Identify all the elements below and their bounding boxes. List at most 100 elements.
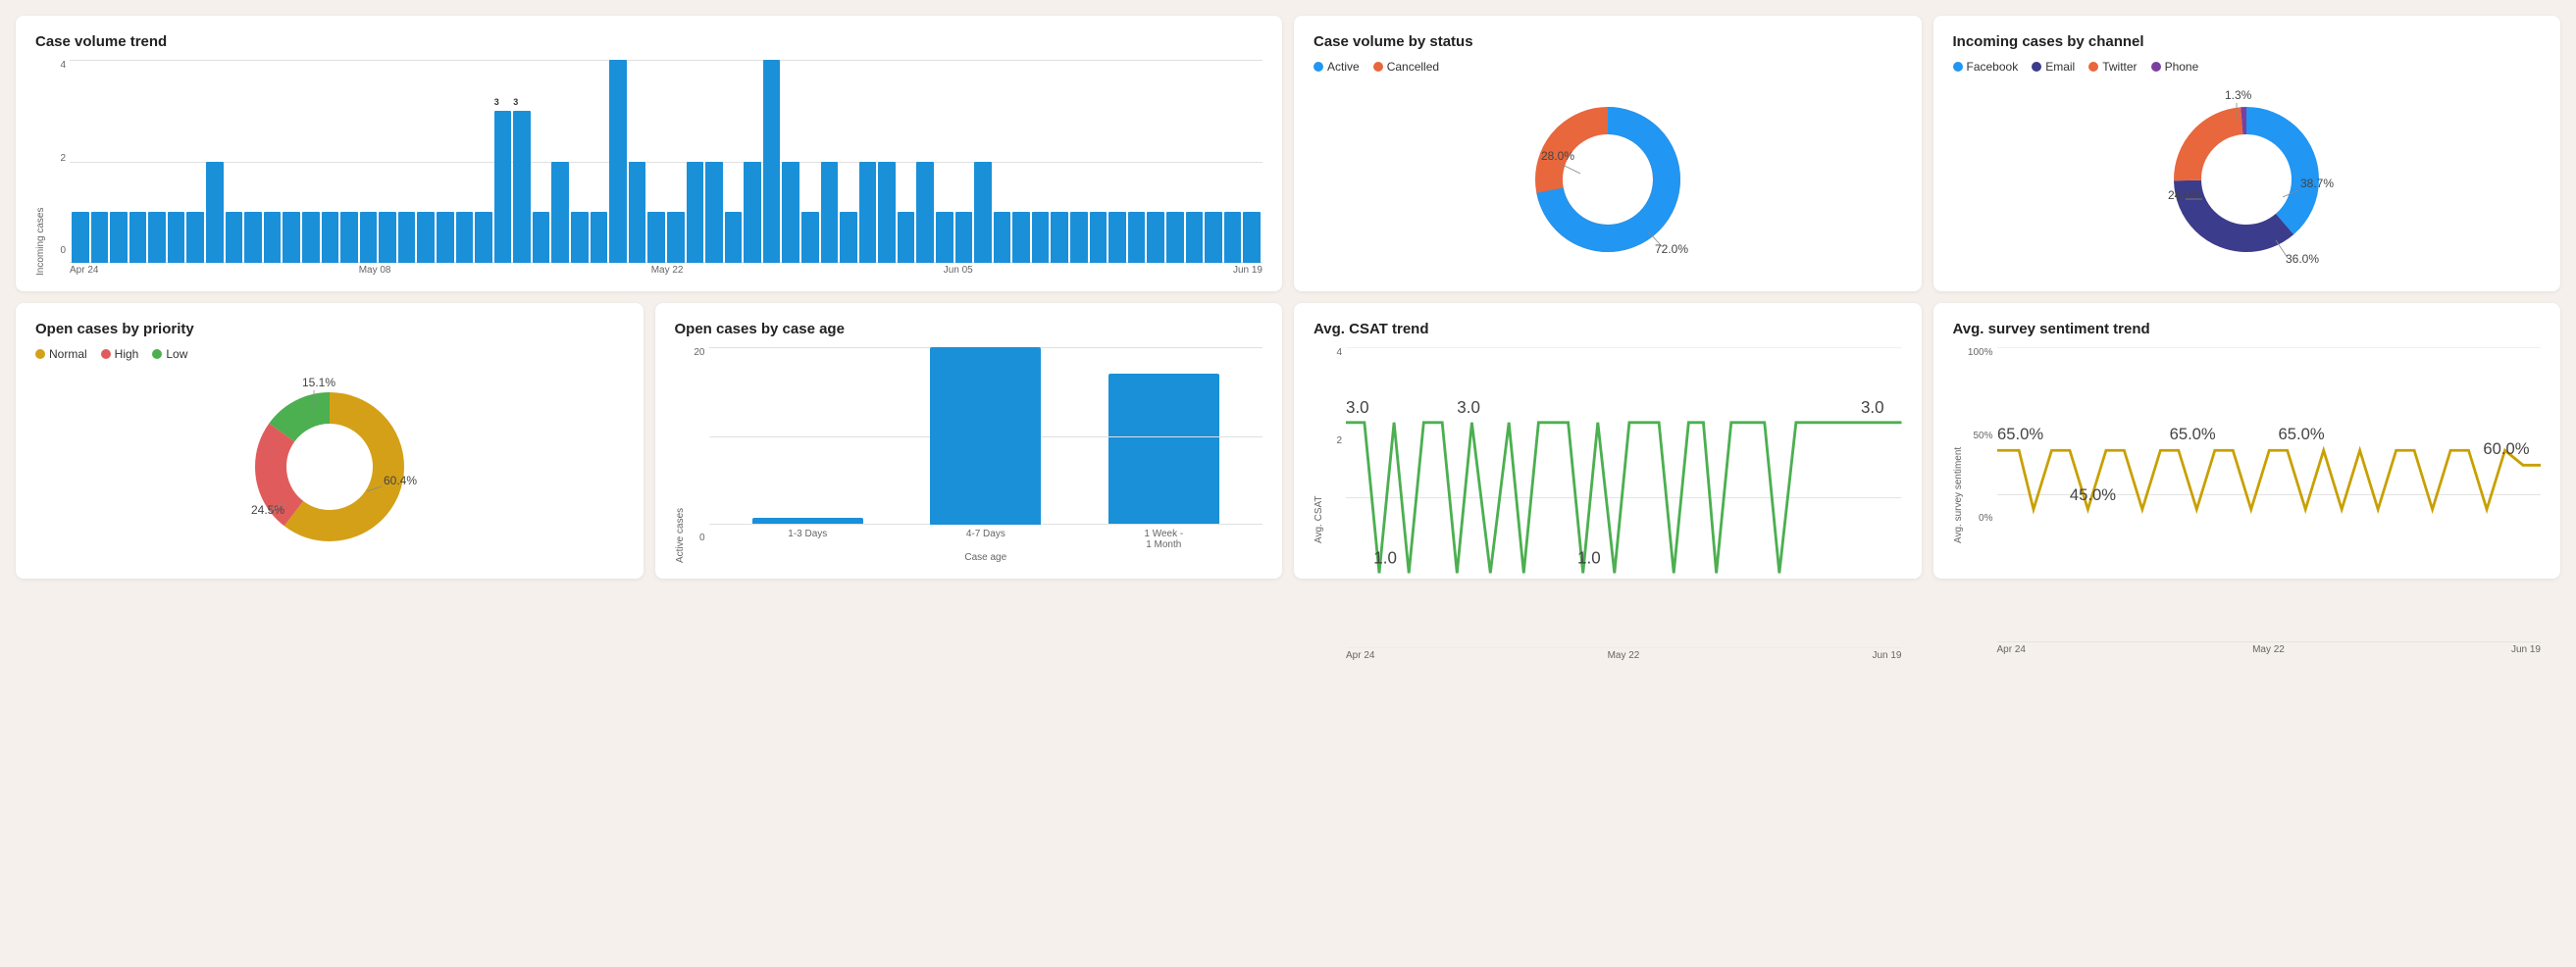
trend-bar-fill-49	[1012, 212, 1030, 263]
trend-bar-12	[302, 60, 320, 263]
phone-dot	[2151, 62, 2161, 72]
trend-bar-fill-25	[551, 162, 569, 264]
trend-bar-fill-10	[264, 212, 282, 263]
open-case-age-title: Open cases by case age	[675, 321, 1263, 337]
avg-sentiment-title: Avg. survey sentiment trend	[1953, 321, 2542, 337]
channel-legend: Facebook Email Twitter Phone	[1953, 60, 2542, 74]
trend-bar-32	[687, 60, 704, 263]
trend-bar-fill-30	[647, 212, 665, 263]
trend-bar-fill-27	[591, 212, 608, 263]
trend-bar-fill-40	[840, 212, 857, 263]
trend-bar-31	[667, 60, 685, 263]
trend-bar-6	[186, 60, 204, 263]
trend-bar-fill-11	[283, 212, 300, 263]
trend-bar-fill-8	[226, 212, 243, 263]
bar-4-7days	[906, 347, 1065, 525]
case-age-y-labels: 20 0	[688, 347, 705, 563]
channel-donut-container: 38.7% 36.0% 24.0% 1.3%	[1953, 81, 2542, 278]
trend-bar-fill-3	[129, 212, 147, 263]
bar-1week-1month	[1085, 347, 1244, 525]
trend-bar-54	[1108, 60, 1126, 263]
sent-ann-5: 60.0%	[2483, 439, 2529, 458]
status-legend: Active Cancelled	[1314, 60, 1902, 74]
x-axis-labels: Apr 24 May 08 May 22 Jun 05 Jun 19	[70, 265, 1262, 276]
trend-bar-fill-46	[955, 212, 973, 263]
legend-phone: Phone	[2151, 60, 2199, 74]
trend-bar-58	[1186, 60, 1204, 263]
legend-low: Low	[152, 347, 187, 361]
legend-high: High	[101, 347, 139, 361]
case-volume-trend-title: Case volume trend	[35, 33, 1262, 50]
sentiment-yaxis-title: Avg. survey sentiment	[1953, 347, 1964, 543]
trend-bar-fill-37	[782, 162, 799, 264]
legend-facebook: Facebook	[1953, 60, 2019, 74]
high-pct-label: 24.5%	[251, 503, 284, 517]
trend-bar-fill-22: 3	[494, 111, 512, 263]
facebook-dot	[1953, 62, 1963, 72]
trend-bar-fill-34	[725, 212, 743, 263]
trend-bar-fill-52	[1070, 212, 1088, 263]
trend-bar-3	[129, 60, 147, 263]
cancelled-dot	[1373, 62, 1383, 72]
trend-bar-52	[1070, 60, 1088, 263]
trend-bar-13	[322, 60, 339, 263]
trend-bar-fill-39	[821, 162, 839, 264]
case-volume-trend-card: Case volume trend Incoming cases 4 2 0	[16, 16, 1282, 291]
priority-donut-container: 60.4% 24.5% 15.1%	[35, 369, 624, 565]
trend-bar-fill-19	[437, 212, 454, 263]
phone-pct-label: 1.3%	[2225, 88, 2252, 102]
csat-chart-inner: 3.0 3.0 1.0 1.0 3.0 Apr 24 May 22 Jun 19	[1346, 347, 1902, 543]
sent-ann-3: 65.0%	[2169, 425, 2215, 443]
avg-csat-card: Avg. CSAT trend Avg. CSAT 4 2	[1294, 303, 1922, 579]
trend-bar-1	[91, 60, 109, 263]
trend-bar-2	[110, 60, 128, 263]
trend-bar-33	[705, 60, 723, 263]
bar-1-3days-fill	[752, 518, 863, 525]
trend-bar-fill-18	[417, 212, 435, 263]
bar-4-7days-fill	[930, 347, 1041, 525]
trend-bar-29	[629, 60, 646, 263]
trend-bar-fill-50	[1032, 212, 1050, 263]
csat-chart-area: Avg. CSAT 4 2 3.0 3	[1314, 347, 1902, 543]
trend-bar-37	[782, 60, 799, 263]
trend-bar-fill-9	[244, 212, 262, 263]
csat-svg-wrapper: 3.0 3.0 1.0 1.0 3.0	[1346, 347, 1902, 648]
trend-bar-51	[1051, 60, 1068, 263]
email-dot	[2032, 62, 2041, 72]
csat-y-axis-title: Incoming cases	[35, 60, 46, 276]
status-donut-svg: 28.0% 72.0%	[1510, 81, 1706, 278]
open-priority-title: Open cases by priority	[35, 321, 624, 337]
csat-yaxis-title: Avg. CSAT	[1314, 347, 1324, 543]
trend-bar-44	[916, 60, 934, 263]
trend-bar-50	[1032, 60, 1050, 263]
trend-bar-fill-1	[91, 212, 109, 263]
dashboard: Case volume trend Incoming cases 4 2 0	[16, 16, 2560, 579]
sentiment-chart-inner: 65.0% 45.0% 65.0% 65.0% 60.0% Apr 24 May…	[1997, 347, 2542, 543]
trend-bar-11	[283, 60, 300, 263]
csat-y-labels: 4 2	[1326, 347, 1342, 543]
trend-bar-41	[859, 60, 877, 263]
trend-bar-14	[340, 60, 358, 263]
trend-bar-23: 3	[513, 60, 531, 263]
trend-bar-60	[1224, 60, 1242, 263]
sent-ann-1: 65.0%	[1997, 425, 2043, 443]
trend-bar-9	[244, 60, 262, 263]
case-age-y-axis-title: Active cases	[675, 347, 686, 563]
trend-bar-fill-6	[186, 212, 204, 263]
trend-bar-27	[591, 60, 608, 263]
trend-bar-fill-0	[72, 212, 89, 263]
trend-bar-fill-32	[687, 162, 704, 264]
trend-bar-fill-21	[475, 212, 492, 263]
status-donut-container: 28.0% 72.0%	[1314, 81, 1902, 278]
trend-bar-42	[878, 60, 896, 263]
trend-bar-fill-12	[302, 212, 320, 263]
case-volume-status-card: Case volume by status Active Cancelled 2…	[1294, 16, 1922, 291]
case-age-x-title: Case age	[709, 552, 1263, 563]
trend-bar-17	[398, 60, 416, 263]
trend-bar-fill-26	[571, 212, 589, 263]
normal-dot	[35, 349, 45, 359]
trend-bar-fill-53	[1090, 212, 1108, 263]
email-pct-label: 36.0%	[2286, 252, 2319, 266]
trend-bar-19	[437, 60, 454, 263]
trend-bar-fill-15	[360, 212, 378, 263]
